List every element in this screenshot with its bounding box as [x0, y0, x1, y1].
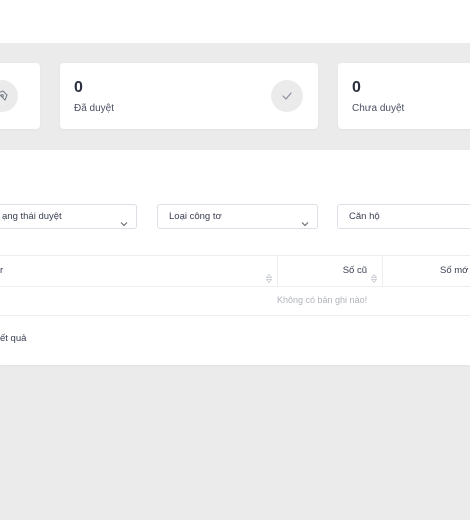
meter-type-filter-select[interactable]: Loại công tơ — [157, 204, 318, 229]
apartment-filter-value: Căn hộ — [349, 211, 380, 222]
column-header-new-reading[interactable]: Số mớ — [440, 256, 468, 286]
not-approved-label: Chưa duyệt — [352, 103, 405, 114]
table-empty-row: Không có bản ghi nào! — [0, 286, 470, 316]
column-header-meter[interactable]: r — [0, 256, 277, 286]
list-panel: ạng thái duyệt Loại công tơ Căn hộ r Số … — [0, 150, 470, 365]
meter-type-filter-value: Loại công tơ — [169, 211, 222, 222]
column-divider — [382, 256, 383, 286]
column-header-old-reading[interactable]: Số cũ — [278, 256, 382, 286]
approved-label: Đã duyệt — [74, 103, 115, 114]
result-count-text: ết quả — [0, 333, 27, 344]
empty-message: Không có bản ghi nào! — [277, 295, 368, 305]
chevron-down-icon — [301, 213, 309, 228]
status-filter-select[interactable]: ạng thái duyệt — [0, 204, 137, 229]
stat-card-approved: 0 Đã duyệt — [60, 63, 318, 129]
table-header: r Số cũ Số mớ — [0, 255, 470, 287]
stat-card-not-approved: 0 Chưa duyệt — [338, 63, 470, 129]
stat-card-pending — [0, 63, 40, 129]
chevron-down-icon — [120, 213, 128, 228]
top-bar — [0, 0, 470, 43]
check-icon — [271, 80, 303, 112]
status-filter-value: ạng thái duyệt — [2, 211, 62, 222]
approved-count: 0 — [74, 79, 83, 96]
pen-tool-icon — [0, 80, 18, 112]
apartment-filter-select[interactable]: Căn hộ — [337, 204, 470, 229]
not-approved-count: 0 — [352, 79, 361, 96]
